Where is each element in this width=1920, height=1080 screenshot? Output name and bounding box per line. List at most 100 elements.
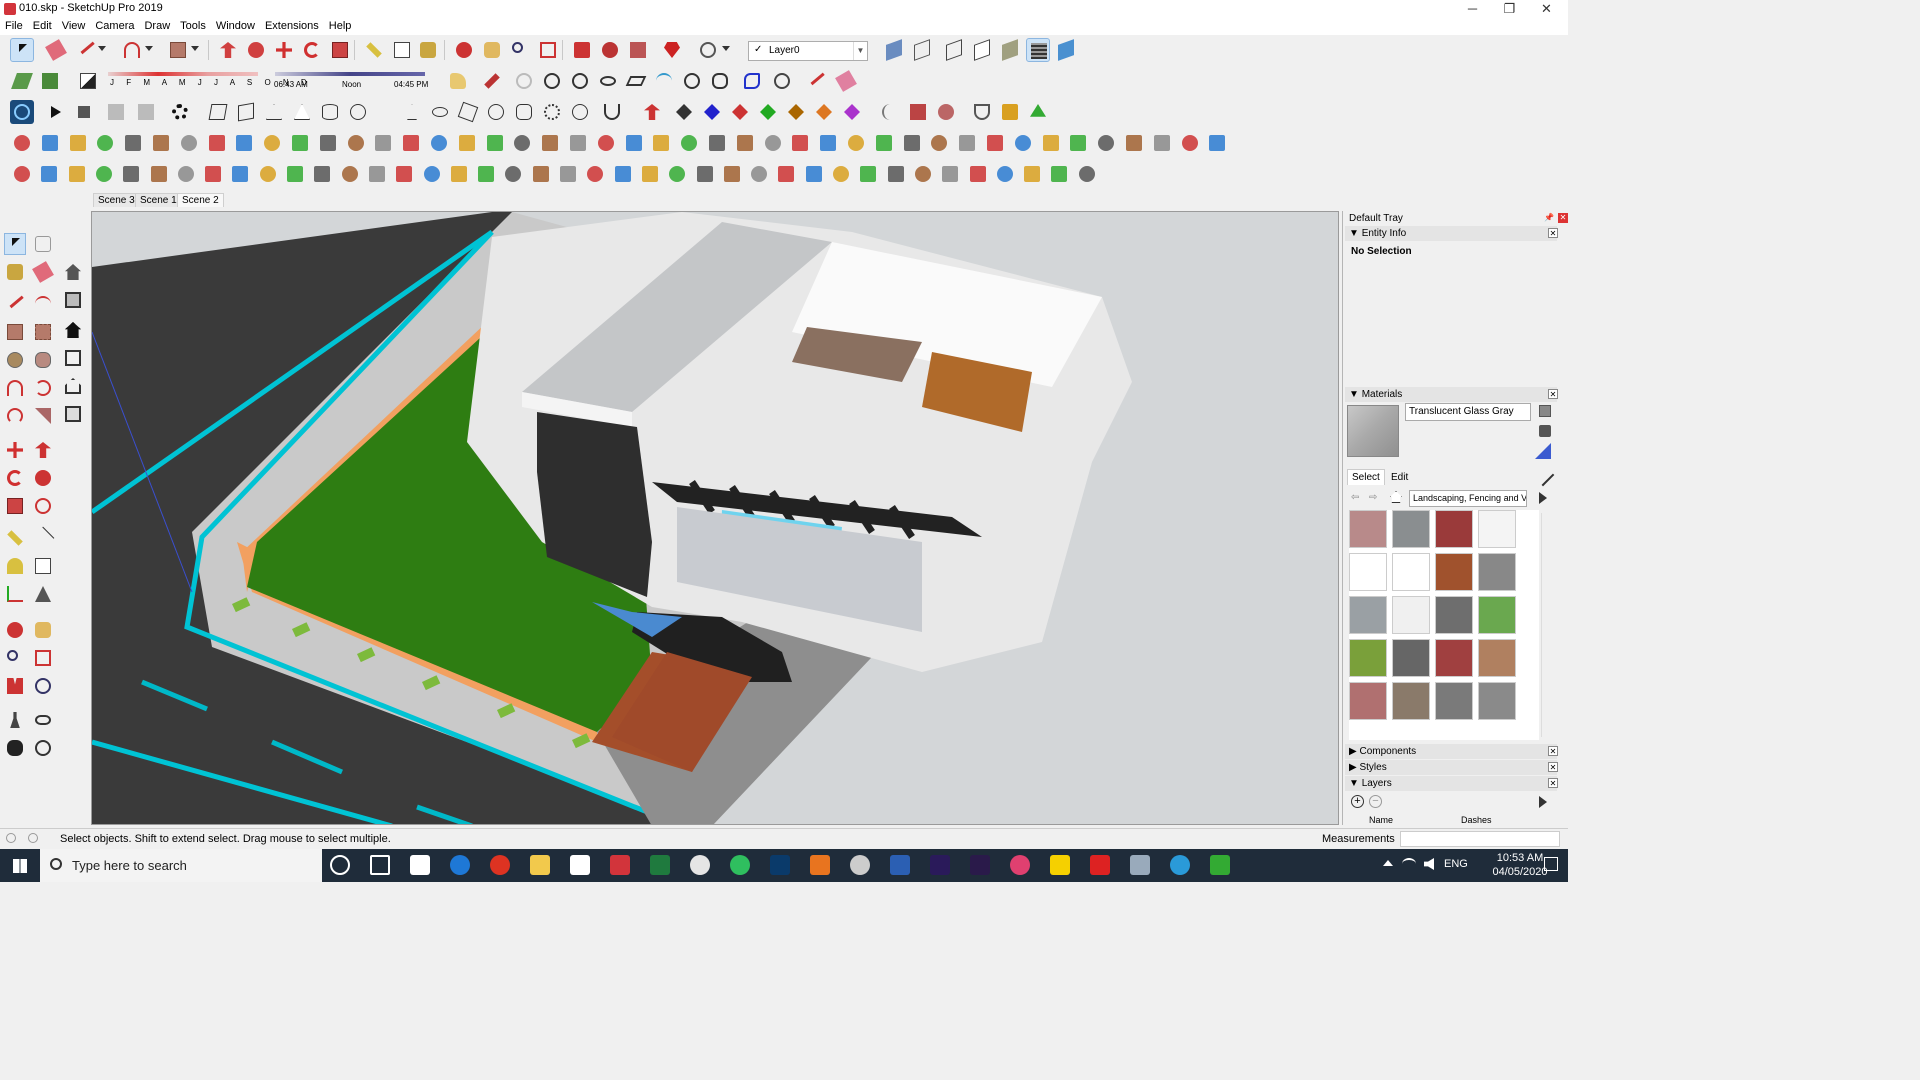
tb5-button-38[interactable]: [1020, 162, 1044, 186]
sandbox-tool-9-button[interactable]: [652, 69, 676, 93]
tb4-button-7[interactable]: [177, 131, 201, 155]
material-swatch[interactable]: [1392, 682, 1430, 720]
tb4-button-36[interactable]: [983, 131, 1007, 155]
materials-close-icon[interactable]: ✕: [1548, 389, 1558, 399]
tb5-button-35[interactable]: [938, 162, 962, 186]
tb4-button-15[interactable]: [399, 131, 423, 155]
tb4-button-19[interactable]: [510, 131, 534, 155]
sandbox-stamp-button[interactable]: [480, 69, 504, 93]
home-icon[interactable]: [1390, 491, 1402, 503]
shadow-month-slider[interactable]: [108, 72, 258, 76]
lt-section-plane[interactable]: [32, 737, 54, 759]
tb5-button-26[interactable]: [693, 162, 717, 186]
shaded-textures-button[interactable]: [1026, 38, 1050, 62]
lt-rotate[interactable]: [4, 467, 26, 489]
tb5-button-27[interactable]: [720, 162, 744, 186]
material-swatch[interactable]: [1478, 682, 1516, 720]
details-arrow-icon[interactable]: [1539, 492, 1547, 504]
close-button[interactable]: ✕: [1528, 0, 1565, 18]
text-tool-button[interactable]: [390, 38, 414, 62]
model-viewport[interactable]: [91, 211, 1339, 825]
menu-draw[interactable]: Draw: [139, 18, 175, 32]
cylinder-tool[interactable]: [318, 100, 342, 124]
add-layer-icon[interactable]: +: [1351, 795, 1364, 808]
shapes-dropdown[interactable]: [189, 38, 201, 62]
fredo-tool-6[interactable]: [784, 100, 808, 124]
toolbar3-button-5[interactable]: [134, 100, 158, 124]
toolbar3-button-30[interactable]: [878, 100, 902, 124]
word-icon[interactable]: [890, 855, 910, 875]
material-swatch[interactable]: [1478, 510, 1516, 548]
chrome-icon[interactable]: [690, 855, 710, 875]
material-swatch[interactable]: [1392, 596, 1430, 634]
push-pull-button[interactable]: [216, 38, 240, 62]
fredo-tool-1[interactable]: [640, 100, 664, 124]
info-icon[interactable]: [28, 833, 38, 843]
material-swatch[interactable]: [1478, 553, 1516, 591]
shape-tool-13[interactable]: [568, 100, 592, 124]
sandbox-tool-7-button[interactable]: [596, 69, 620, 93]
tb4-button-25[interactable]: [677, 131, 701, 155]
fog-button[interactable]: [446, 69, 470, 93]
tb4-button-10[interactable]: [260, 131, 284, 155]
layers-details-icon[interactable]: [1539, 796, 1547, 808]
task-view-icon[interactable]: [370, 855, 390, 875]
materials-header[interactable]: ▼ Materials: [1345, 387, 1557, 402]
excel-icon[interactable]: [650, 855, 670, 875]
lt-extra-1[interactable]: [62, 261, 84, 283]
fredo-tool-7[interactable]: [812, 100, 836, 124]
line-dropdown[interactable]: [96, 38, 108, 62]
toolbar3-button-4[interactable]: [104, 100, 128, 124]
tb5-button-15[interactable]: [392, 162, 416, 186]
wireframe-button[interactable]: [942, 38, 966, 62]
arc-dropdown[interactable]: [143, 38, 155, 62]
ellipse-tool[interactable]: [428, 100, 452, 124]
lt-rotated-rectangle[interactable]: [32, 321, 54, 343]
tb4-button-21[interactable]: [566, 131, 590, 155]
move-tool-button[interactable]: [272, 38, 296, 62]
lt-push-pull[interactable]: [32, 439, 54, 461]
lt-pan[interactable]: [32, 619, 54, 641]
sandbox-tool-13-button[interactable]: [770, 69, 794, 93]
toolbar3-button-32[interactable]: [934, 100, 958, 124]
language-indicator[interactable]: ENG: [1444, 858, 1468, 870]
forward-arrow-icon[interactable]: ⇨: [1369, 492, 1377, 503]
settings-button[interactable]: [168, 100, 192, 124]
tb5-button-36[interactable]: [966, 162, 990, 186]
shape-tool-14[interactable]: [600, 100, 624, 124]
lt-rectangle[interactable]: [4, 321, 26, 343]
tb5-button-1[interactable]: [10, 162, 34, 186]
layers-close-icon[interactable]: ✕: [1548, 778, 1558, 788]
tb5-button-7[interactable]: [174, 162, 198, 186]
tb4-button-12[interactable]: [316, 131, 340, 155]
zoom-extents-button[interactable]: [536, 38, 560, 62]
tb4-button-33[interactable]: [900, 131, 924, 155]
sandbox-drape-button[interactable]: [512, 69, 536, 93]
menu-help[interactable]: Help: [324, 18, 357, 32]
toolbar3-button-34[interactable]: [998, 100, 1022, 124]
sketchup-taskbar-icon[interactable]: [610, 855, 630, 875]
shape-tool-9[interactable]: [456, 100, 480, 124]
lt-3pt-arc[interactable]: [4, 405, 26, 427]
sandbox-tool-11-button[interactable]: [708, 69, 732, 93]
shape-tool-10[interactable]: [484, 100, 508, 124]
lt-2pt-arc[interactable]: [32, 377, 54, 399]
sandbox-add-detail-button[interactable]: [540, 69, 564, 93]
rectangle-tool-button[interactable]: [166, 38, 190, 62]
tb4-button-35[interactable]: [955, 131, 979, 155]
tb4-button-24[interactable]: [649, 131, 673, 155]
default-material-icon[interactable]: [1535, 443, 1551, 459]
tb4-button-39[interactable]: [1066, 131, 1090, 155]
sandbox-tool-15-button[interactable]: [834, 69, 858, 93]
tb4-button-4[interactable]: [93, 131, 117, 155]
share-model-button[interactable]: [626, 38, 650, 62]
lt-text[interactable]: [32, 555, 54, 577]
shadow-toggle-button[interactable]: [76, 69, 100, 93]
tb5-button-23[interactable]: [611, 162, 635, 186]
material-swatch[interactable]: [1435, 553, 1473, 591]
styles-header[interactable]: ▶ Styles: [1345, 760, 1557, 775]
extension-manager-button[interactable]: [660, 38, 684, 62]
tb4-button-37[interactable]: [1011, 131, 1035, 155]
tb5-button-8[interactable]: [201, 162, 225, 186]
tb5-button-12[interactable]: [310, 162, 334, 186]
